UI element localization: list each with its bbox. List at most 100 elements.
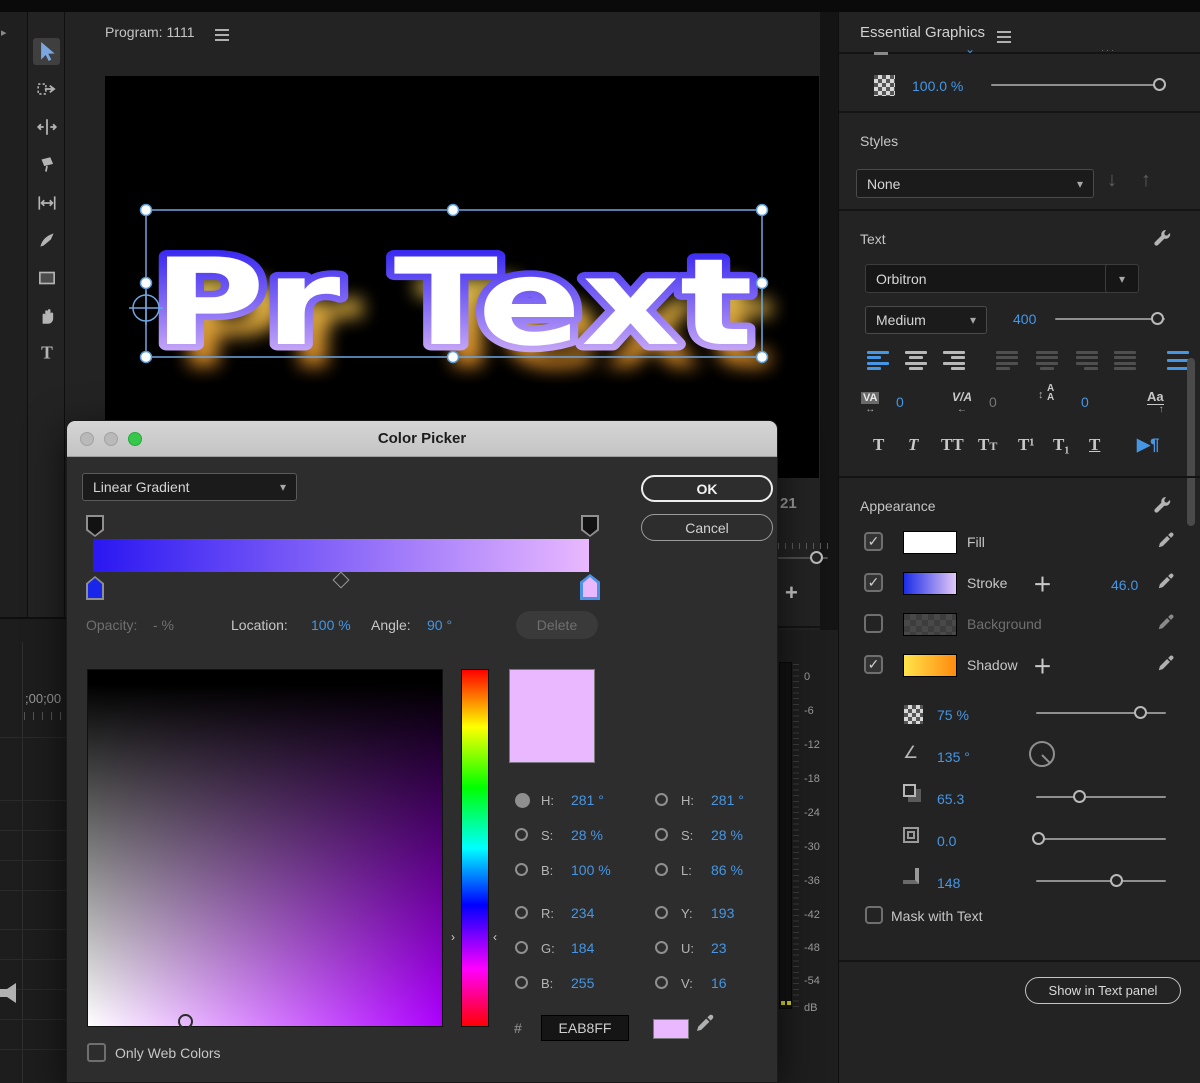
cancel-button[interactable]: Cancel bbox=[641, 514, 773, 541]
opacity-value[interactable]: 100.0 % bbox=[912, 78, 963, 94]
value-number[interactable]: 23 bbox=[711, 940, 727, 956]
radio-h2[interactable] bbox=[655, 793, 668, 806]
radio-b2[interactable] bbox=[515, 976, 528, 989]
justify-right-icon[interactable] bbox=[1076, 351, 1098, 370]
shadow-blur-slider[interactable] bbox=[1036, 874, 1166, 888]
delete-stop-button[interactable]: Delete bbox=[516, 611, 598, 639]
ripple-edit-tool[interactable] bbox=[36, 116, 58, 143]
monitor-zoom-slider[interactable] bbox=[776, 551, 828, 565]
hue-arrow-right-icon[interactable]: ‹ bbox=[493, 930, 497, 944]
align-last-icon[interactable] bbox=[1167, 351, 1189, 370]
radio-r[interactable] bbox=[515, 906, 528, 919]
wrench-icon[interactable] bbox=[1151, 495, 1171, 515]
chevron-down-icon[interactable]: ⌄ bbox=[965, 42, 975, 56]
color-field[interactable] bbox=[87, 669, 443, 1027]
rectangle-tool[interactable] bbox=[36, 267, 58, 294]
all-caps-icon[interactable]: TT bbox=[941, 435, 964, 455]
eyedropper-icon[interactable] bbox=[1157, 613, 1175, 631]
value-number[interactable]: 281 ° bbox=[711, 792, 744, 808]
gradient-midpoint-handle[interactable] bbox=[333, 572, 350, 589]
type-tool[interactable]: T bbox=[36, 342, 58, 369]
eyedropper-icon[interactable] bbox=[695, 1013, 715, 1033]
shadow-checkbox[interactable]: ✓ bbox=[864, 655, 883, 674]
show-in-text-panel-button[interactable]: Show in Text panel bbox=[1025, 977, 1181, 1004]
program-panel-menu-icon[interactable] bbox=[215, 26, 229, 44]
align-right-icon[interactable] bbox=[943, 351, 965, 370]
scrollbar-thumb[interactable] bbox=[1187, 358, 1195, 526]
shadow-angle-dial[interactable] bbox=[1029, 741, 1055, 767]
opacity-stop-right[interactable] bbox=[581, 515, 599, 537]
color-field-cursor[interactable] bbox=[178, 1014, 193, 1029]
kerning-value[interactable]: 0 bbox=[896, 394, 904, 410]
rtl-paragraph-icon[interactable]: ▶¶ bbox=[1137, 435, 1160, 455]
value-number[interactable]: 28 % bbox=[571, 827, 603, 843]
align-left-icon[interactable] bbox=[867, 351, 889, 370]
underline-icon[interactable]: T bbox=[1089, 435, 1100, 455]
value-number[interactable]: 184 bbox=[571, 940, 594, 956]
stroke-width-value[interactable]: 46.0 bbox=[1111, 577, 1138, 593]
hex-input[interactable] bbox=[541, 1015, 629, 1041]
opacity-stop-left[interactable] bbox=[86, 515, 104, 537]
radio-s[interactable] bbox=[515, 828, 528, 841]
value-number[interactable]: 255 bbox=[571, 975, 594, 991]
gradient-type-dropdown[interactable]: Linear Gradient ▾ bbox=[82, 473, 297, 501]
value-number[interactable]: 281 ° bbox=[571, 792, 604, 808]
shadow-angle-value[interactable]: 135 ° bbox=[937, 749, 970, 765]
fill-swatch[interactable] bbox=[903, 531, 957, 554]
shadow-opacity-value[interactable]: 75 % bbox=[937, 707, 969, 723]
value-number[interactable]: 16 bbox=[711, 975, 727, 991]
value-number[interactable]: 28 % bbox=[711, 827, 743, 843]
superscript-icon[interactable]: T¹ bbox=[1018, 435, 1034, 455]
faux-bold-icon[interactable]: T bbox=[873, 435, 884, 455]
font-size-slider[interactable] bbox=[1055, 312, 1165, 326]
panel-expand-icon[interactable]: ▸ bbox=[1, 26, 7, 39]
hand-tool[interactable] bbox=[36, 305, 58, 332]
font-size-value[interactable]: 400 bbox=[1013, 311, 1036, 327]
color-stop-end-selected[interactable] bbox=[580, 574, 600, 600]
mask-with-text-checkbox[interactable] bbox=[865, 906, 883, 924]
font-family-dropdown[interactable]: Orbitron bbox=[865, 264, 1139, 293]
shadow-distance-value[interactable]: 65.3 bbox=[937, 791, 964, 807]
style-up-arrow-icon[interactable]: ↑ bbox=[1141, 169, 1151, 192]
add-track-button[interactable]: + bbox=[785, 580, 798, 606]
radio-b[interactable] bbox=[515, 863, 528, 876]
opacity-slider[interactable] bbox=[991, 78, 1163, 92]
styles-dropdown[interactable]: None ▾ bbox=[856, 169, 1094, 198]
radio-s2[interactable] bbox=[655, 828, 668, 841]
shadow-spread-slider[interactable] bbox=[1036, 832, 1166, 846]
subscript-icon[interactable]: T₁ bbox=[1053, 435, 1069, 455]
value-number[interactable]: 86 % bbox=[711, 862, 743, 878]
pen-tool[interactable] bbox=[36, 229, 58, 256]
fill-checkbox[interactable]: ✓ bbox=[864, 532, 883, 551]
dialog-title-bar[interactable]: Color Picker bbox=[67, 421, 777, 457]
align-center-icon[interactable] bbox=[905, 351, 927, 370]
slip-tool[interactable] bbox=[36, 192, 58, 219]
shadow-blur-value[interactable]: 148 bbox=[937, 875, 960, 891]
shadow-distance-slider[interactable] bbox=[1036, 790, 1166, 804]
ok-button[interactable]: OK bbox=[641, 475, 773, 502]
track-select-forward-tool[interactable] bbox=[36, 78, 58, 105]
value-number[interactable]: 234 bbox=[571, 905, 594, 921]
justify-left-icon[interactable] bbox=[996, 351, 1018, 370]
style-down-arrow-icon[interactable]: ↓ bbox=[1107, 169, 1117, 192]
font-family-chevron[interactable]: ▾ bbox=[1105, 264, 1139, 293]
gradient-bar[interactable] bbox=[93, 539, 589, 572]
radio-v[interactable] bbox=[655, 976, 668, 989]
tracking-value[interactable]: 0 bbox=[989, 394, 997, 410]
shadow-spread-value[interactable]: 0.0 bbox=[937, 833, 956, 849]
radio-u[interactable] bbox=[655, 941, 668, 954]
background-swatch[interactable] bbox=[903, 613, 957, 636]
selection-tool[interactable] bbox=[33, 38, 60, 65]
faux-italic-icon[interactable]: T bbox=[908, 435, 918, 455]
eyedropper-icon[interactable] bbox=[1157, 572, 1175, 590]
radio-g[interactable] bbox=[515, 941, 528, 954]
only-web-colors-checkbox[interactable] bbox=[87, 1043, 106, 1062]
justify-center-icon[interactable] bbox=[1036, 351, 1058, 370]
value-number[interactable]: 193 bbox=[711, 905, 734, 921]
razor-tool[interactable] bbox=[36, 154, 58, 181]
stroke-checkbox[interactable]: ✓ bbox=[864, 573, 883, 592]
small-caps-icon[interactable]: TT bbox=[978, 435, 997, 455]
radio-l[interactable] bbox=[655, 863, 668, 876]
add-shadow-button[interactable]: ＋ bbox=[1033, 652, 1052, 679]
justify-all-icon[interactable] bbox=[1114, 351, 1136, 370]
